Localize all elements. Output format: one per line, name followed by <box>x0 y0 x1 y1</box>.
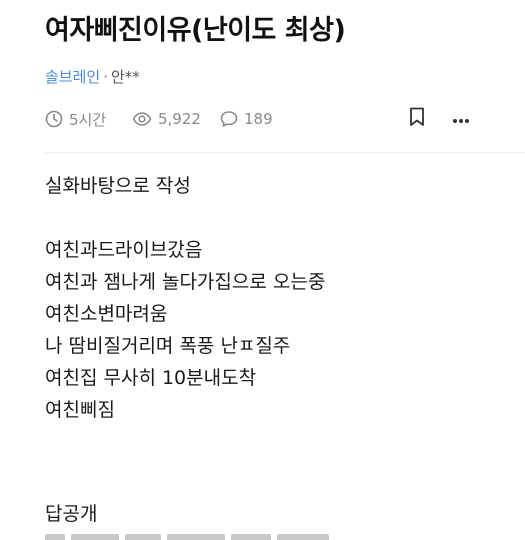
bookmark-button[interactable] <box>406 107 428 131</box>
view-count: 5,922 <box>132 108 201 130</box>
more-dots-icon <box>452 110 470 128</box>
body-line: 나 땀비질거리며 폭풍 난ㅍ질주 <box>45 335 291 357</box>
post-time: 5시간 <box>45 108 106 130</box>
truncated-text-line <box>45 530 345 540</box>
eye-icon <box>132 110 152 128</box>
divider <box>45 152 525 153</box>
clock-icon <box>45 110 63 128</box>
body-line: 여친과 잼나게 놀다가집으로 오는중 <box>45 271 326 293</box>
author-row: 솔브레인 · 안** <box>45 66 140 87</box>
body-line: 여친삐짐 <box>45 399 115 421</box>
view-count-text: 5,922 <box>158 110 201 128</box>
body-line: 여친집 무사히 10분내도착 <box>45 367 257 389</box>
answer-reveal-label: 답공개 <box>45 503 98 525</box>
author-name: 안** <box>110 68 140 86</box>
more-options-button[interactable] <box>450 108 472 130</box>
post-meta-row: 5시간 5,922 189 <box>45 107 485 131</box>
comment-bubble-icon <box>220 110 238 128</box>
post-body: 실화바탕으로 작성 여친과드라이브갔음 여친과 잼나게 놀다가집으로 오는중 여… <box>45 170 325 426</box>
bookmark-icon <box>409 107 425 131</box>
channel-link[interactable]: 솔브레인 <box>45 68 100 86</box>
comment-count-text: 189 <box>244 110 273 128</box>
post-time-text: 5시간 <box>69 110 107 129</box>
body-line: 여친소변마려움 <box>45 303 168 325</box>
body-intro: 실화바탕으로 작성 <box>45 175 191 197</box>
comment-count[interactable]: 189 <box>220 108 273 130</box>
author-separator: · <box>103 68 108 86</box>
post-title: 여자삐진이유(난이도 최상) <box>45 15 346 46</box>
body-line: 여친과드라이브갔음 <box>45 239 203 261</box>
